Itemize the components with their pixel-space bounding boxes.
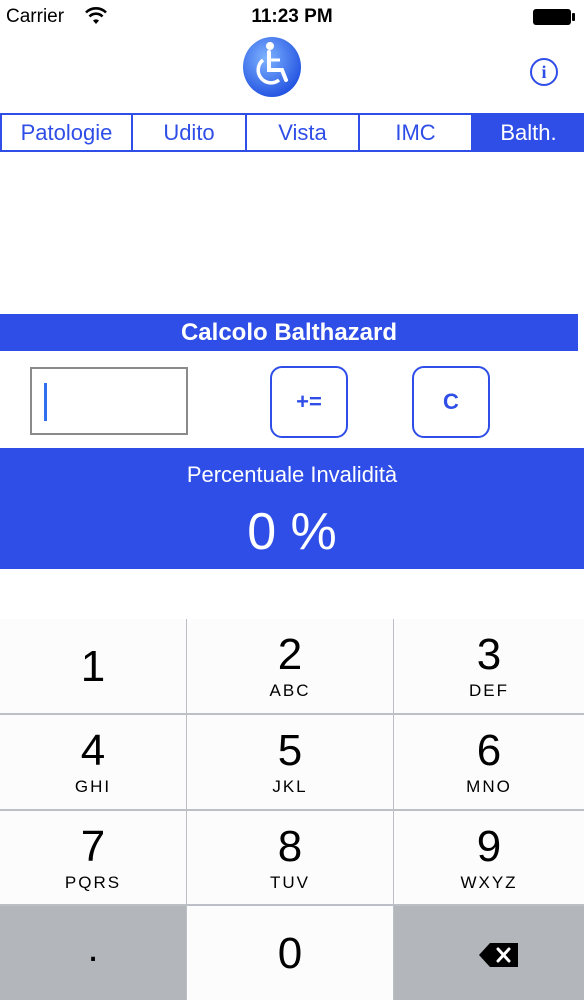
text-cursor xyxy=(44,383,47,421)
result-panel: Percentuale Invalidità 0 % xyxy=(0,448,584,569)
key-0[interactable]: 0 xyxy=(187,906,393,1000)
wheelchair-logo-icon xyxy=(243,37,301,97)
key-9[interactable]: 9 WXYZ xyxy=(394,811,584,904)
key-letters: PQRS xyxy=(64,873,122,892)
segmented-tabs: Patologie Udito Vista IMC Balth. xyxy=(0,113,584,152)
key-digit: 5 xyxy=(277,726,303,775)
add-button[interactable]: += xyxy=(270,366,348,438)
tab-vista[interactable]: Vista xyxy=(247,115,360,150)
key-7[interactable]: 7 PQRS xyxy=(0,811,186,904)
key-digit: 0 xyxy=(277,929,303,978)
key-letters: GHI xyxy=(74,777,112,796)
key-digit: 9 xyxy=(476,822,502,871)
key-letters: WXYZ xyxy=(460,873,518,892)
key-4[interactable]: 4 GHI xyxy=(0,715,186,809)
result-label: Percentuale Invalidità xyxy=(186,462,398,487)
key-letters: TUV xyxy=(270,873,310,892)
key-digit: 6 xyxy=(476,726,502,775)
key-digit: . xyxy=(87,926,99,970)
key-letters: MNO xyxy=(466,777,512,796)
key-digit: 4 xyxy=(80,726,106,775)
key-5[interactable]: 5 JKL xyxy=(187,715,393,809)
key-8[interactable]: 8 TUV xyxy=(187,811,393,904)
battery-icon xyxy=(533,9,575,25)
key-digit: 1 xyxy=(80,642,106,691)
key-backspace[interactable] xyxy=(394,906,584,1000)
key-3[interactable]: 3 DEF xyxy=(394,619,584,713)
key-digit: 8 xyxy=(277,822,303,871)
tab-imc[interactable]: IMC xyxy=(360,115,473,150)
key-letters: DEF xyxy=(469,681,509,700)
key-letters: ABC xyxy=(269,681,311,700)
tab-patologie[interactable]: Patologie xyxy=(0,115,133,150)
key-6[interactable]: 6 MNO xyxy=(394,715,584,809)
info-button[interactable]: i xyxy=(530,58,558,86)
key-digit: 3 xyxy=(476,630,502,679)
key-decimal-point[interactable]: . xyxy=(0,906,186,1000)
numeric-keypad: 1 2 ABC 3 DEF 4 GHI 5 JKL 6 MNO 7 PQRS 8… xyxy=(0,619,584,1000)
clear-button[interactable]: C xyxy=(412,366,490,438)
result-value: 0 % xyxy=(247,503,337,561)
key-letters: JKL xyxy=(272,777,308,796)
status-bar: Carrier 11:23 PM xyxy=(0,0,584,34)
calculator-title: Calcolo Balthazard xyxy=(0,314,578,351)
key-digit: 2 xyxy=(277,630,303,679)
tab-udito[interactable]: Udito xyxy=(133,115,247,150)
backspace-icon xyxy=(479,943,518,967)
key-digit: 7 xyxy=(80,822,106,871)
clock: 11:23 PM xyxy=(251,6,333,27)
value-input[interactable] xyxy=(30,367,188,435)
tab-balth[interactable]: Balth. xyxy=(473,115,584,150)
key-2[interactable]: 2 ABC xyxy=(187,619,393,713)
key-1[interactable]: 1 xyxy=(0,619,186,713)
